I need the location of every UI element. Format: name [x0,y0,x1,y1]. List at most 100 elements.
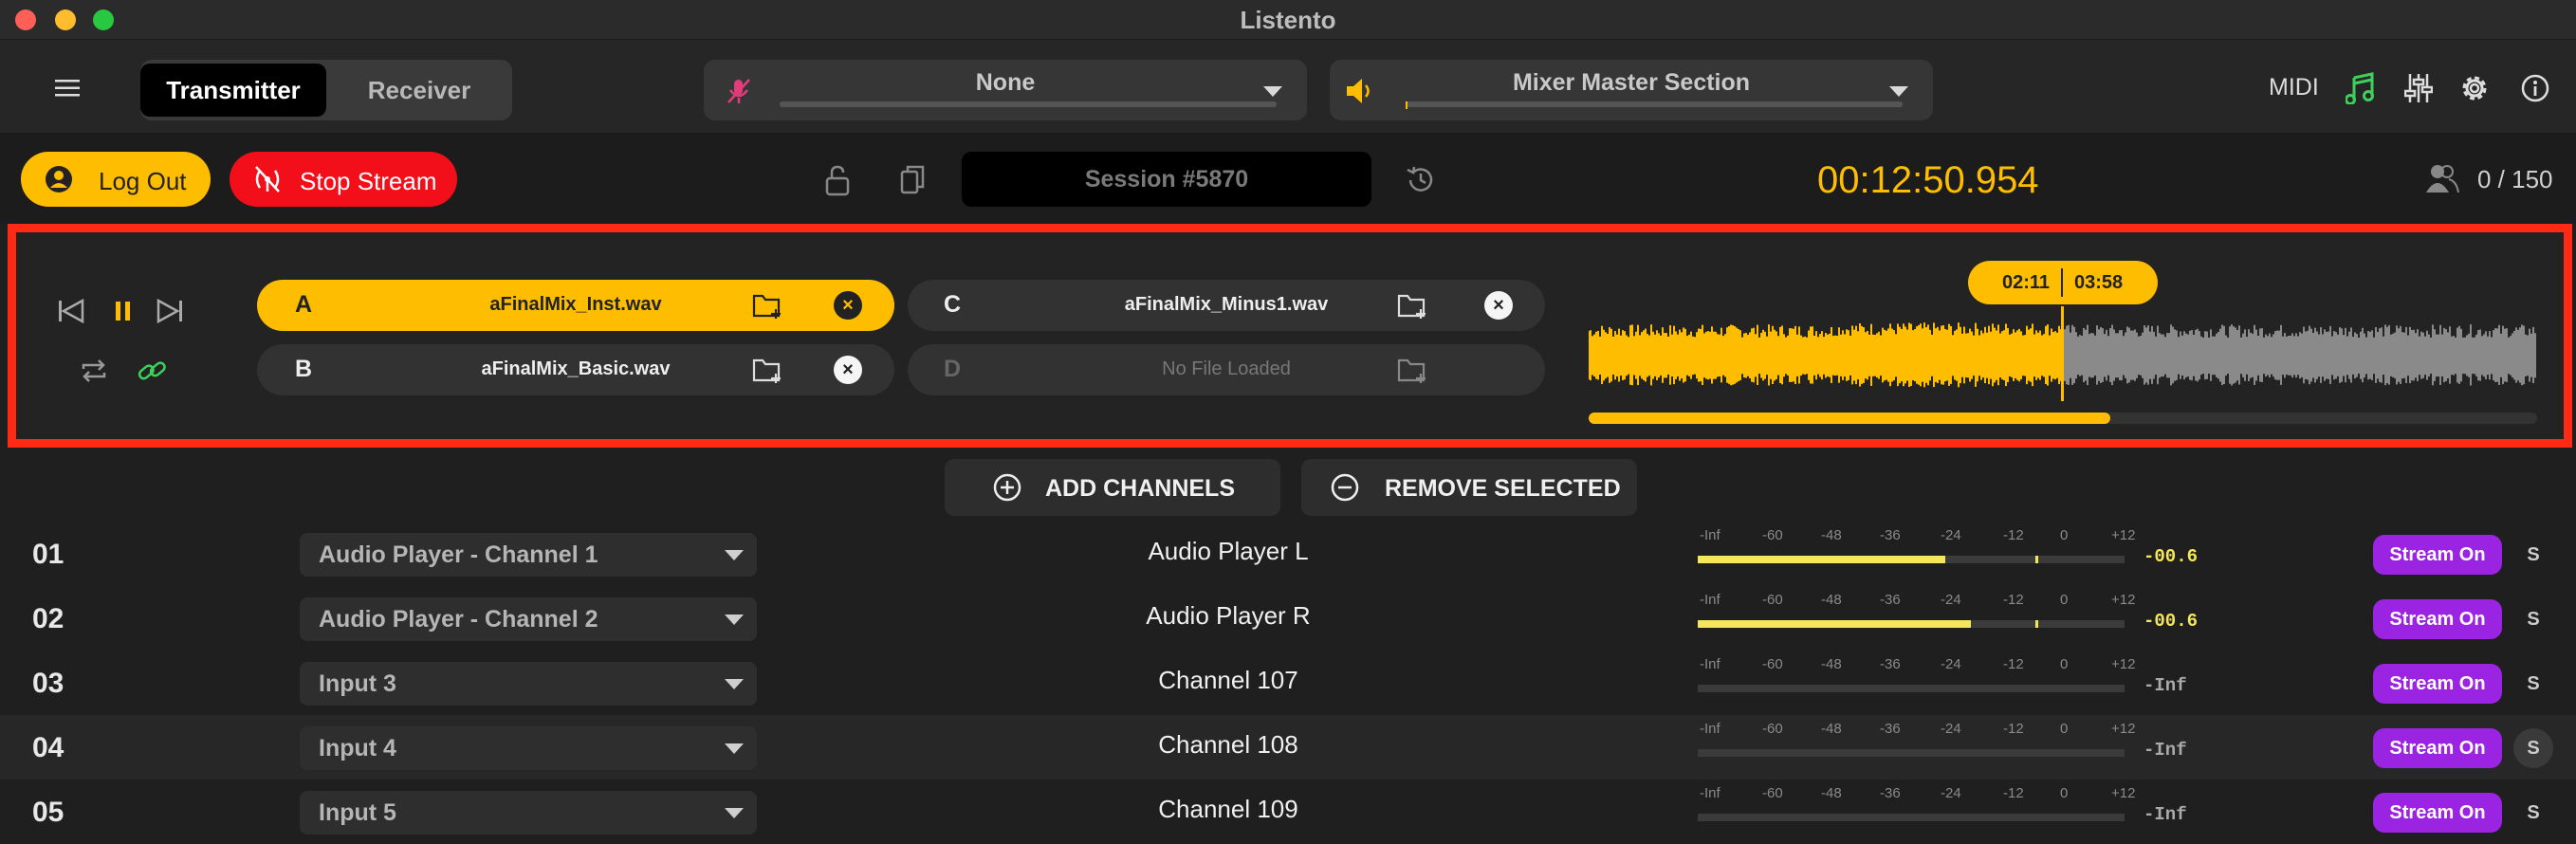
meter-scale-label: -60 [1762,721,1783,737]
meter-scale-label: 0 [2060,721,2069,737]
solo-button[interactable]: S [2513,793,2553,833]
channel-number: 03 [32,668,64,699]
meter-scale-label: -60 [1762,592,1783,608]
tab-receiver[interactable]: Receiver [330,64,508,117]
channel-level-readout: -00.6 [2144,611,2199,632]
progress-track[interactable] [1589,413,2537,424]
load-file-icon[interactable] [1397,292,1427,319]
channel-number: 02 [32,603,64,634]
solo-button[interactable]: S [2513,599,2553,639]
remove-selected-button[interactable]: REMOVE SELECTED [1301,459,1637,516]
channel-source-select[interactable]: Input 3 [300,662,757,706]
plus-circle-icon [992,472,1022,503]
remove-file-icon[interactable]: × [834,356,862,384]
add-channels-button[interactable]: ADD CHANNELS [945,459,1280,516]
repeat-icon[interactable] [79,356,109,386]
file-slot-c[interactable]: C aFinalMix_Minus1.wav × [908,280,1545,331]
chevron-down-icon [725,679,744,689]
history-icon[interactable] [1404,163,1438,197]
meter-scale-label: +12 [2111,785,2136,801]
stream-on-button[interactable]: Stream On [2373,728,2502,768]
link-icon[interactable] [136,356,168,386]
channel-source-select[interactable]: Audio Player - Channel 2 [300,597,757,641]
meter-scale-label: -12 [2003,656,2024,672]
meter-track [1698,814,2125,821]
channel-source-label: Audio Player - Channel 2 [319,606,598,633]
meter-scale-label: -24 [1941,527,1961,543]
mixer-sliders-icon[interactable] [2401,70,2436,106]
menu-icon[interactable] [53,74,82,102]
midi-button[interactable]: MIDI [2269,74,2319,101]
channel-source-select[interactable]: Input 4 [300,726,757,770]
waveform-view[interactable]: 02:11 03:58 [1589,251,2547,435]
stream-on-button[interactable]: Stream On [2373,535,2502,575]
channel-source-select[interactable]: Input 5 [300,791,757,835]
remove-file-icon[interactable]: × [834,291,862,320]
file-slot-b[interactable]: B aFinalMix_Basic.wav × [257,344,894,395]
remove-file-icon[interactable]: × [1484,291,1513,320]
tab-transmitter[interactable]: Transmitter [140,64,326,117]
channel-source-label: Input 3 [319,670,396,697]
meter-scale-label: -36 [1880,656,1901,672]
channel-source-select[interactable]: Audio Player - Channel 1 [300,533,757,577]
stream-off-icon [252,165,283,193]
output-device-select[interactable]: Mixer Master Section [1330,60,1933,120]
user-icon [44,164,74,194]
channel-name[interactable]: Audio Player L [1043,537,1413,566]
load-file-icon[interactable] [1397,357,1427,383]
meter-scale-label: -36 [1880,785,1901,801]
meter-scale-label: -60 [1762,527,1783,543]
input-device-label: None [975,69,1036,96]
load-file-icon[interactable] [752,357,782,383]
meter-fill [1698,556,1945,563]
session-name-field[interactable]: Session #5870 [962,152,1371,207]
channel-level-readout: -Inf [2144,740,2187,761]
channel-row[interactable]: 05 Input 5 Channel 109 -Inf -60 -48 -36 -24-… [0,780,2576,844]
gear-icon[interactable] [2456,70,2493,106]
meter-scale-label: -48 [1821,721,1842,737]
meter-scale-label: -24 [1941,785,1961,801]
playhead[interactable] [2061,306,2064,401]
meter-scale-label: -24 [1941,656,1961,672]
meter-scale-label: -Inf [1700,527,1720,543]
meter-scale-label: -12 [2003,592,2024,608]
channel-row[interactable]: 02 Audio Player - Channel 2 Audio Player… [0,586,2576,651]
channel-name[interactable]: Audio Player R [1043,601,1413,631]
unlock-icon[interactable] [823,163,852,197]
file-slot-d[interactable]: D No File Loaded [908,344,1545,395]
chevron-down-icon [1889,86,1908,97]
stream-on-button[interactable]: Stream On [2373,599,2502,639]
meter-scale-label: -Inf [1700,656,1720,672]
level-meter: -Inf -60 -48 -36 -24 -12 0 +12 [1683,656,2138,709]
meter-scale-label: -12 [2003,785,2024,801]
solo-button[interactable]: S [2513,664,2553,704]
channel-name[interactable]: Channel 107 [1043,666,1413,695]
skip-forward-icon[interactable] [156,297,183,325]
skip-back-icon[interactable] [58,297,84,325]
channel-name[interactable]: Channel 109 [1043,795,1413,824]
input-device-select[interactable]: None [704,60,1307,120]
pause-icon[interactable] [111,297,136,325]
file-slot-a[interactable]: A aFinalMix_Inst.wav × [257,280,894,331]
solo-button[interactable]: S [2513,535,2553,575]
copy-icon[interactable] [897,163,928,197]
stream-on-button[interactable]: Stream On [2373,664,2502,704]
stop-stream-button[interactable]: Stop Stream [230,152,457,207]
meter-track [1698,620,2125,628]
load-file-icon[interactable] [752,292,782,319]
stream-on-button[interactable]: Stream On [2373,793,2502,833]
channel-number: 05 [32,797,64,828]
meter-track [1698,556,2125,563]
music-note-icon[interactable] [2343,70,2377,106]
channel-source-label: Input 5 [319,799,396,826]
channel-row[interactable]: 04 Input 4 Channel 108 -Inf -60 -48 -36 -24-… [0,715,2576,780]
channel-row[interactable]: 01 Audio Player - Channel 1 Audio Player… [0,522,2576,586]
track-duration: 03:58 [2074,272,2124,293]
meter-scale-label: -24 [1941,592,1961,608]
log-out-button[interactable]: Log Out [21,152,211,207]
solo-button[interactable]: S [2513,728,2553,768]
channel-name[interactable]: Channel 108 [1043,730,1413,760]
meter-scale-label: -48 [1821,527,1842,543]
info-icon[interactable] [2519,72,2551,104]
channel-row[interactable]: 03 Input 3 Channel 107 -Inf -60 -48 -36 -24-… [0,651,2576,715]
